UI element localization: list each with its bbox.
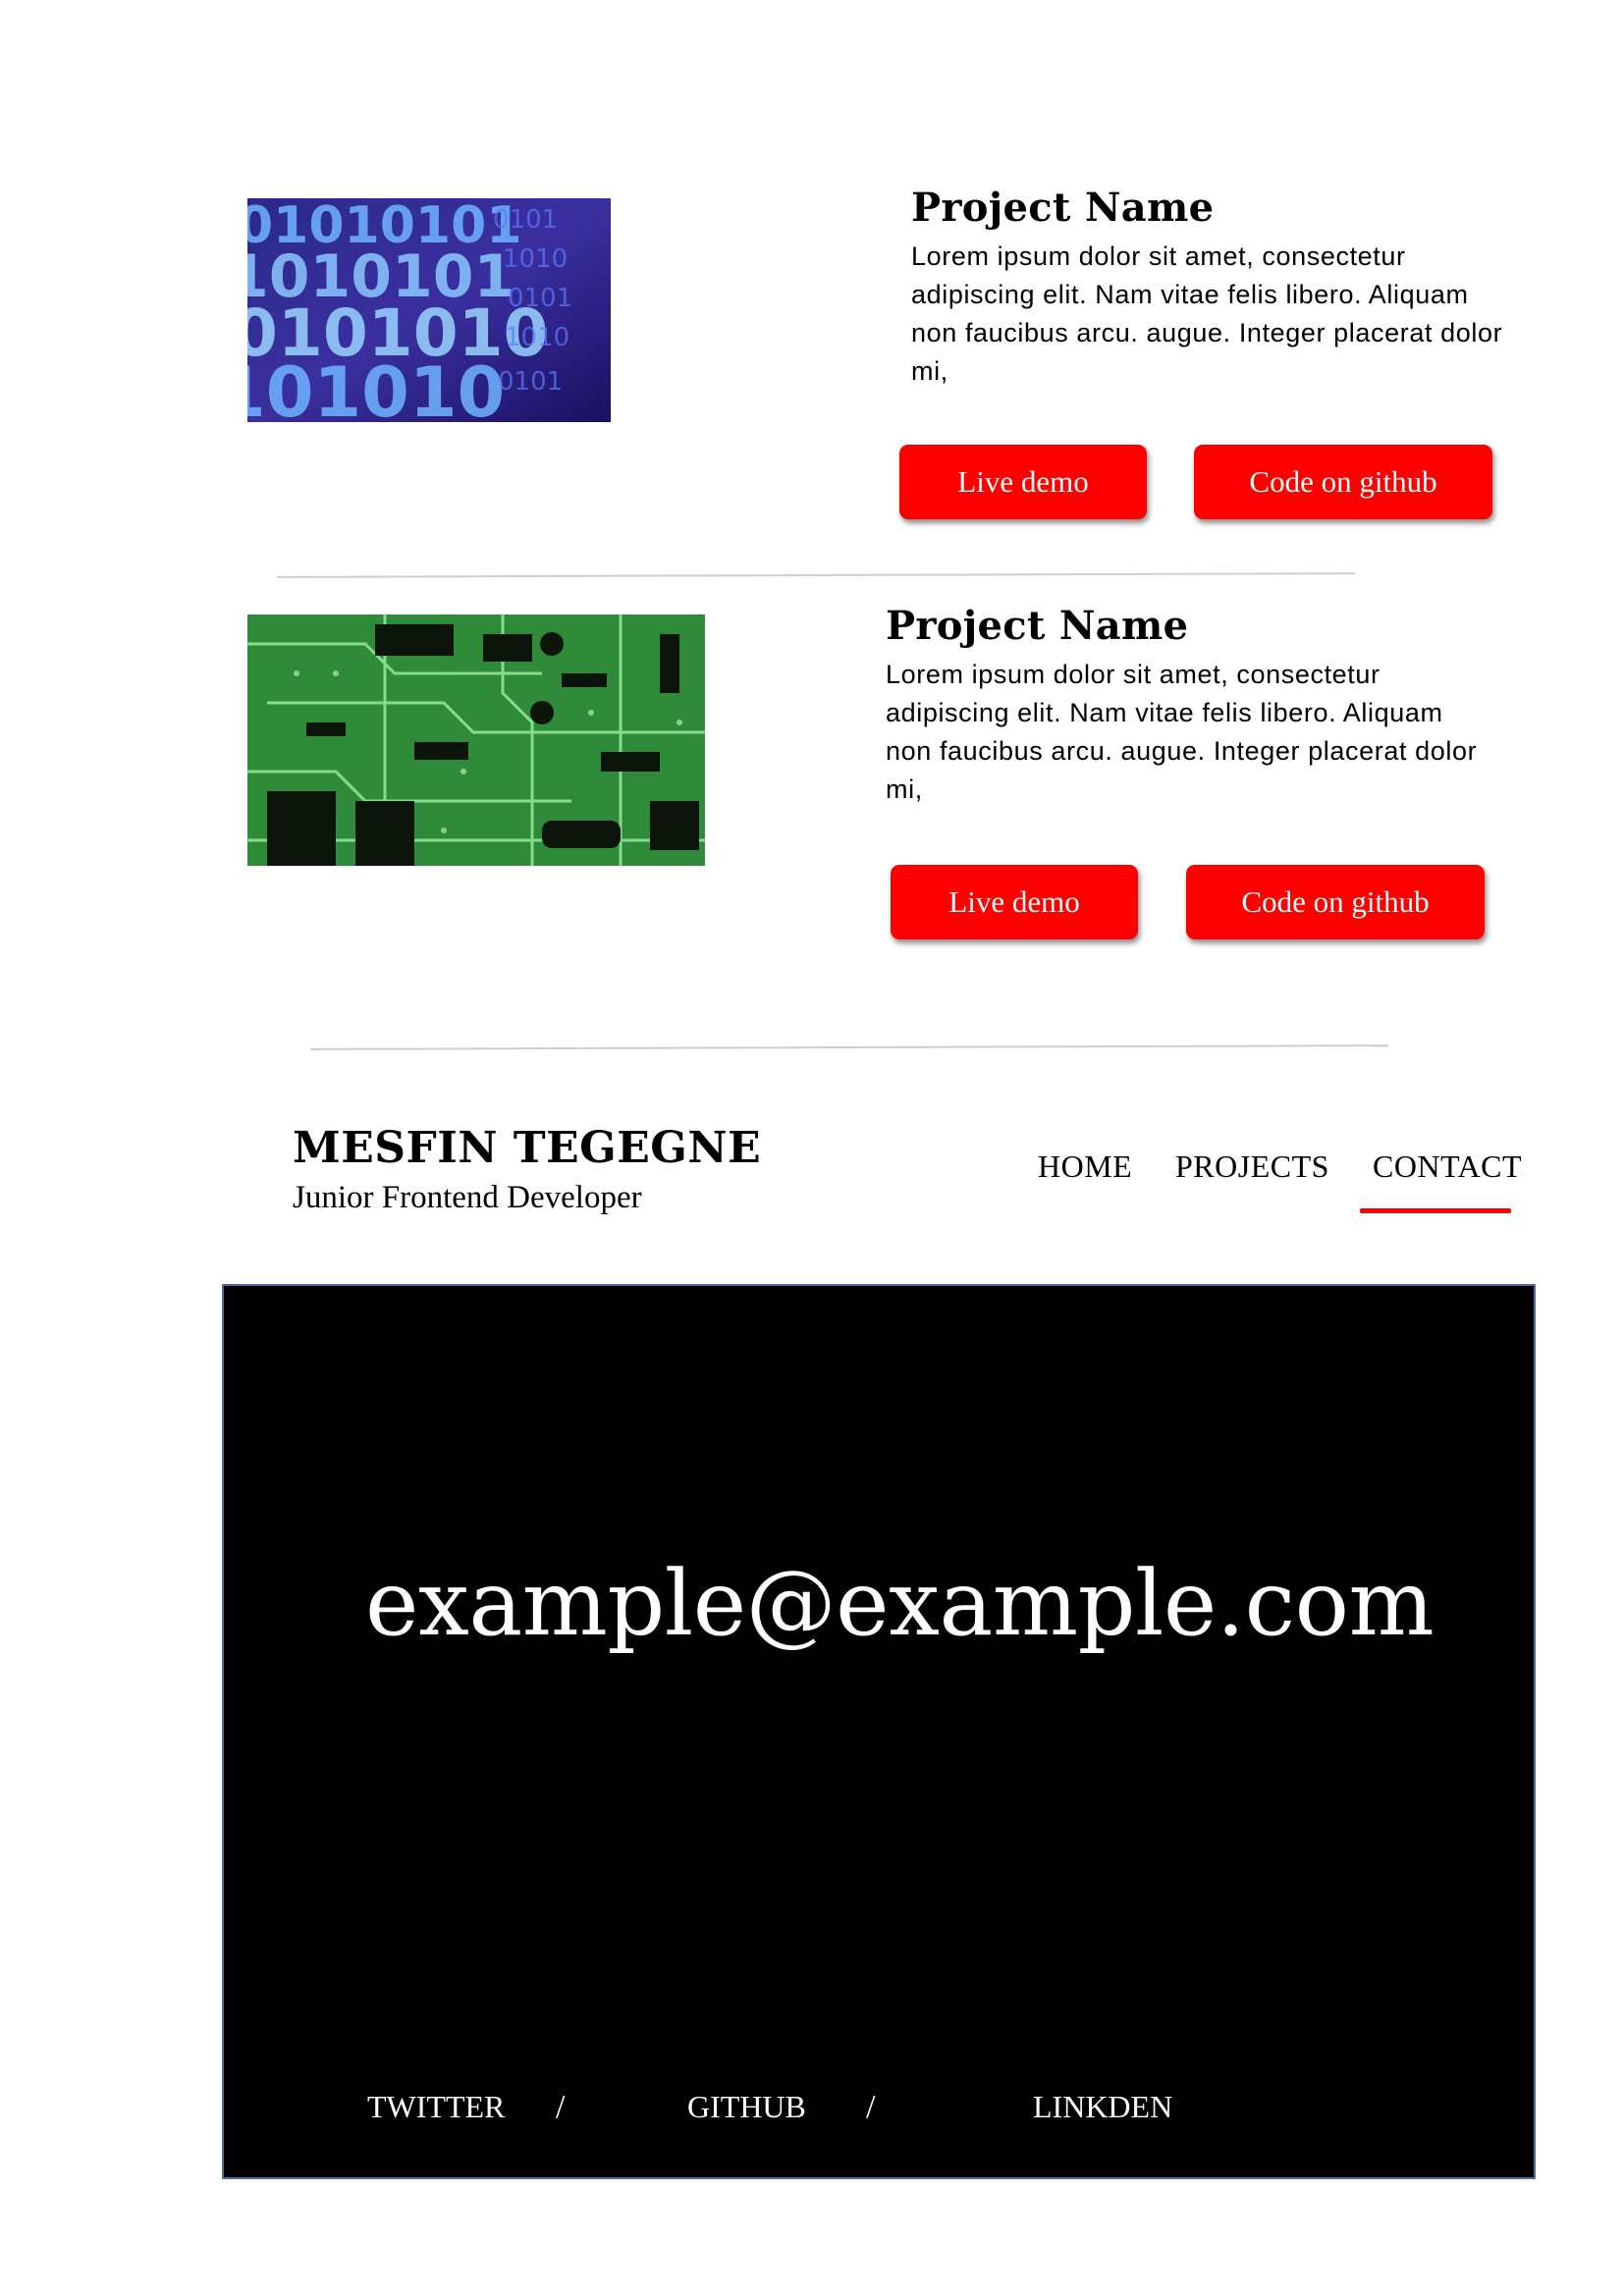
svg-text:0101: 0101 xyxy=(498,367,563,397)
divider xyxy=(309,1044,1389,1050)
project-2-github-button[interactable]: Code on github xyxy=(1186,865,1485,939)
circuit-board-image xyxy=(247,614,705,866)
social-separator: / xyxy=(556,2089,566,2125)
nav-home[interactable]: HOME xyxy=(1038,1148,1132,1185)
project-1-title: Project Name xyxy=(911,185,1215,231)
svg-text:1010: 1010 xyxy=(505,323,569,352)
project-1-description: Lorem ipsum dolor sit amet, consectetur … xyxy=(911,241,1503,386)
project-1-live-demo-button[interactable]: Live demo xyxy=(899,445,1147,519)
nav-contact[interactable]: CONTACT xyxy=(1373,1148,1522,1185)
svg-text:101010: 101010 xyxy=(247,352,505,422)
linkedin-link[interactable]: LINKDEN xyxy=(1033,2089,1172,2125)
contact-email[interactable]: example@example.com xyxy=(365,1551,1435,1656)
binary-code-image: 01010101 1010101 0101010 101010 0101 101… xyxy=(247,198,611,422)
nav-projects[interactable]: PROJECTS xyxy=(1175,1148,1329,1185)
svg-text:1010: 1010 xyxy=(503,244,568,274)
divider xyxy=(276,572,1356,578)
site-subtitle: Junior Frontend Developer xyxy=(293,1180,642,1215)
project-2-live-demo-button[interactable]: Live demo xyxy=(891,865,1138,939)
nav-active-underline xyxy=(1360,1208,1511,1213)
site-name: MESFIN TEGEGNE xyxy=(293,1123,762,1173)
project-2-description: Lorem ipsum dolor sit amet, consectetur … xyxy=(886,660,1478,804)
project-1-github-button[interactable]: Code on github xyxy=(1194,445,1492,519)
twitter-link[interactable]: TWITTER xyxy=(367,2089,505,2125)
github-link[interactable]: GITHUB xyxy=(687,2089,806,2125)
social-separator: / xyxy=(866,2089,876,2125)
svg-text:0101: 0101 xyxy=(508,284,572,313)
project-2-title: Project Name xyxy=(886,603,1189,649)
svg-text:0101: 0101 xyxy=(493,205,558,235)
contact-section xyxy=(222,1284,1536,2179)
project-2-image xyxy=(247,614,705,866)
project-1-image: 01010101 1010101 0101010 101010 0101 101… xyxy=(247,198,611,422)
